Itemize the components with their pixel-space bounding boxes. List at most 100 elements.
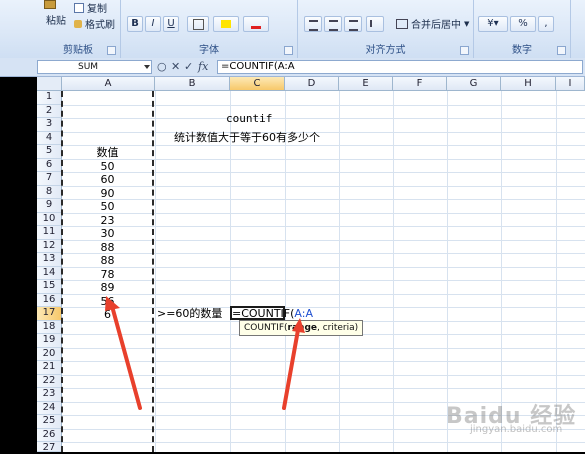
paste-label: 粘贴 (46, 16, 66, 27)
cell-c3[interactable]: countif (226, 112, 272, 125)
bold-button[interactable]: B (127, 16, 143, 32)
alignment-group: 合并后居中 ▼ 对齐方式 (298, 0, 474, 58)
number-group: ¥▾ % , 数字 (474, 0, 571, 58)
name-box[interactable]: SUM (37, 60, 152, 74)
align-center-icon (328, 20, 338, 31)
row-header-24[interactable]: 24 (37, 402, 62, 415)
edit-range-ref: A:A (294, 307, 313, 320)
align-left-button[interactable] (304, 16, 322, 32)
tooltip-arg-range[interactable]: range (288, 323, 317, 333)
indent-button[interactable] (366, 16, 384, 32)
tooltip-rest: , criteria) (317, 323, 359, 333)
column-header-i[interactable]: I (556, 77, 585, 91)
column-header-f[interactable]: F (393, 77, 447, 91)
percent-button[interactable]: % (510, 16, 536, 32)
clipboard-group: 粘贴 复制 格式刷 剪贴板 (36, 0, 121, 58)
currency-button[interactable]: ¥▾ (478, 16, 508, 32)
fill-color-icon (221, 20, 231, 28)
column-header-h[interactable]: H (501, 77, 556, 91)
column-header-c[interactable]: C (230, 77, 285, 91)
comma-button[interactable]: , (538, 16, 554, 32)
font-color-button[interactable] (243, 16, 269, 32)
tooltip-fn: COUNTIF( (244, 323, 288, 333)
cell-edit-text[interactable]: =COUNTIF(A:A (232, 307, 313, 320)
copy-label: 复制 (87, 4, 107, 15)
row-header-11[interactable]: 11 (37, 226, 62, 240)
row-header-20[interactable]: 20 (37, 348, 62, 361)
row-header-18[interactable]: 18 (37, 321, 62, 334)
column-header-a[interactable]: A (62, 77, 155, 91)
paste-button[interactable] (44, 0, 56, 9)
align-right-icon (348, 20, 358, 31)
formula-bar: SUM ○ ✕ ✓ fx =COUNTIF(A:A (0, 58, 585, 77)
enter-icon[interactable]: ✓ (184, 60, 193, 74)
row-header-5[interactable]: 5 (37, 145, 62, 159)
row-header-2[interactable]: 2 (37, 105, 62, 118)
number-group-label: 数字 (512, 45, 532, 56)
edit-prefix: =COUNTIF( (232, 307, 295, 320)
align-left-icon (308, 20, 318, 31)
clipboard-launcher-icon[interactable] (107, 46, 116, 55)
copy-icon (74, 2, 84, 13)
row-header-6[interactable]: 6 (37, 159, 62, 172)
alignment-launcher-icon[interactable] (460, 46, 469, 55)
alignment-group-label: 对齐方式 (365, 45, 406, 56)
cell-b17[interactable]: >=60的数量 (157, 307, 222, 320)
cancel-icon[interactable]: ✕ (171, 60, 180, 74)
column-header-d[interactable]: D (285, 77, 339, 91)
column-header-g[interactable]: G (447, 77, 501, 91)
row-header-27[interactable]: 27 (37, 442, 62, 453)
select-all-corner[interactable] (37, 77, 62, 91)
row-header-22[interactable]: 22 (37, 375, 62, 388)
row-header-21[interactable]: 21 (37, 361, 62, 375)
merge-icon (396, 18, 408, 29)
format-painter-label: 格式刷 (85, 20, 115, 31)
row-header-23[interactable]: 23 (37, 388, 62, 402)
merge-label: 合并后居中 (411, 20, 461, 31)
insert-function-icon[interactable]: fx (198, 60, 208, 74)
border-button[interactable] (187, 16, 209, 32)
row-header-25[interactable]: 25 (37, 415, 62, 429)
align-right-button[interactable] (344, 16, 362, 32)
row-header-14[interactable]: 14 (37, 267, 62, 280)
fill-color-button[interactable] (213, 16, 239, 32)
row-header-9[interactable]: 9 (37, 199, 62, 213)
row-header-10[interactable]: 10 (37, 213, 62, 226)
font-group: B I U 字体 (121, 0, 298, 58)
row-header-12[interactable]: 12 (37, 240, 62, 253)
formula-bar-separator-icon: ○ (157, 60, 167, 73)
cell-b4[interactable]: 统计数值大于等于60有多少个 (174, 131, 320, 144)
row-header-1[interactable]: 1 (37, 91, 62, 105)
underline-button[interactable]: U (163, 16, 179, 32)
row-header-7[interactable]: 7 (37, 172, 62, 186)
copy-button[interactable]: 复制 (74, 0, 107, 15)
align-center-button[interactable] (324, 16, 342, 32)
indent-icon (369, 20, 381, 27)
formula-input[interactable]: =COUNTIF(A:A (217, 60, 583, 74)
row-header-26[interactable]: 26 (37, 429, 62, 442)
row-header-13[interactable]: 13 (37, 253, 62, 267)
row-header-3[interactable]: 3 (37, 118, 62, 132)
column-header-e[interactable]: E (339, 77, 393, 91)
row-header-16[interactable]: 16 (37, 294, 62, 307)
column-header-b[interactable]: B (155, 77, 230, 91)
font-group-label: 字体 (199, 45, 219, 56)
font-launcher-icon[interactable] (284, 46, 293, 55)
name-box-dropdown-icon[interactable] (144, 65, 150, 69)
number-launcher-icon[interactable] (557, 46, 566, 55)
row-header-4[interactable]: 4 (37, 132, 62, 145)
merge-center-button[interactable]: 合并后居中 ▼ (396, 16, 469, 31)
function-tooltip: COUNTIF(range, criteria) (239, 320, 364, 336)
row-header-17[interactable]: 17 (37, 307, 62, 321)
copy-selection-marquee (61, 91, 154, 452)
row-header-19[interactable]: 19 (37, 334, 62, 348)
brush-icon (74, 19, 82, 28)
excel-window: 粘贴 复制 格式刷 剪贴板 B I U 字体 合并后居中 ▼ 对齐方式 ¥▾ %… (0, 0, 585, 453)
row-header-8[interactable]: 8 (37, 186, 62, 199)
italic-button[interactable]: I (145, 16, 161, 32)
format-painter-button[interactable]: 格式刷 (74, 16, 115, 31)
row-header-15[interactable]: 15 (37, 280, 62, 294)
ribbon: 粘贴 复制 格式刷 剪贴板 B I U 字体 合并后居中 ▼ 对齐方式 ¥▾ %… (0, 0, 585, 59)
currency-icon: ¥▾ (487, 18, 499, 29)
chevron-down-icon: ▼ (464, 19, 470, 28)
